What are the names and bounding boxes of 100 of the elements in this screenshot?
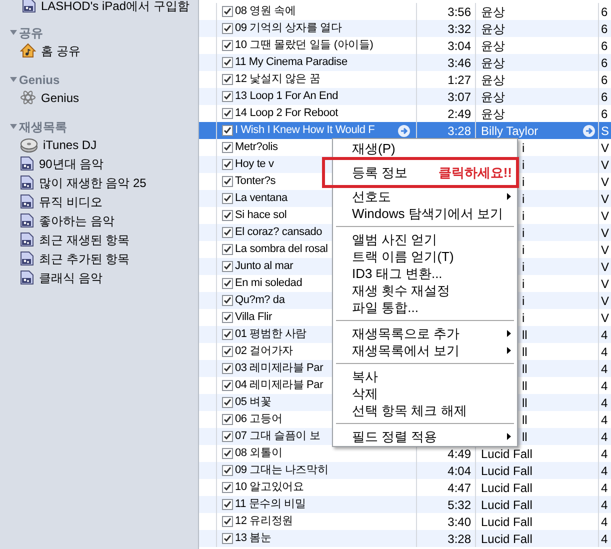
track-album: 6 <box>601 4 608 20</box>
track-name: 02 걸어가자 <box>235 344 293 360</box>
track-name: Hoy te v <box>235 157 274 172</box>
track-album: V <box>601 174 610 190</box>
track-name: 11 문수의 비밀 <box>235 497 306 512</box>
track-time: 4:49 <box>448 446 471 462</box>
track-name: 06 고등어 <box>235 412 282 428</box>
track-name: 12 낯설지 않은 꿈 <box>235 72 320 88</box>
track-artist: 윤상 <box>481 20 505 38</box>
track-time: 3:32 <box>448 20 471 38</box>
track-artist: ll <box>522 344 528 360</box>
track-artist: Lucid Fall <box>481 530 532 548</box>
track-artist: ll <box>522 326 528 344</box>
track-album: V <box>601 208 610 224</box>
track-album: 6 <box>601 54 608 71</box>
track-artist: ll <box>522 428 528 446</box>
track-name: 10 알고있어요 <box>235 480 304 496</box>
track-artist: 윤상 <box>481 4 505 20</box>
track-artist: Lucid Fall <box>481 514 532 530</box>
track-time: 4:04 <box>448 462 471 480</box>
track-artist: i <box>522 292 525 310</box>
track-artist: Billy Taylor <box>481 122 538 140</box>
track-artist: ll <box>522 394 528 412</box>
track-name: 01 평범한 사람 <box>235 327 307 342</box>
track-album: 4 <box>601 344 608 360</box>
track-name: El coraz? cansado <box>235 225 322 240</box>
track-album: V <box>601 292 610 309</box>
track-name: 10 그땐 몰랐던 일들 (아이들) <box>235 38 374 54</box>
track-artist: i <box>522 156 525 174</box>
track-album: 6 <box>601 20 608 37</box>
track-time: 5:32 <box>448 496 471 514</box>
track-album: 4 <box>601 514 608 530</box>
track-artist: i <box>522 174 525 190</box>
track-name: 07 그대 슬픔이 보 <box>235 429 320 444</box>
track-name: 09 그대는 나즈막히 <box>235 463 328 478</box>
track-album: V <box>601 224 610 241</box>
track-name: La ventana <box>235 191 288 206</box>
track-album: 4 <box>601 326 608 343</box>
track-album: 6 <box>601 106 608 122</box>
track-name: 11 My Cinema Paradise <box>235 55 348 70</box>
track-artist: i <box>522 276 525 292</box>
track-album: V <box>601 310 610 326</box>
track-name: Tonter?s <box>235 174 276 190</box>
track-artist: Lucid Fall <box>481 496 532 514</box>
track-name: Junto al mar <box>235 259 294 274</box>
track-album: V <box>601 258 610 275</box>
track-album: 4 <box>601 378 608 394</box>
track-album: 4 <box>601 360 608 377</box>
track-time: 3:04 <box>448 38 471 54</box>
track-artist: 윤상 <box>481 72 505 88</box>
track-name: 03 레미제라블 Par <box>235 361 324 376</box>
track-name: 09 기억의 상자를 열다 <box>235 21 342 36</box>
track-artist: ll <box>522 412 528 428</box>
track-name: 05 벼꽃 <box>235 395 272 410</box>
track-artist: i <box>522 242 525 258</box>
track-album: 4 <box>601 412 608 428</box>
track-artist: 윤상 <box>481 106 505 122</box>
track-name: 13 봄눈 <box>235 531 272 546</box>
track-artist: i <box>522 140 525 156</box>
track-artist: Lucid Fall <box>481 480 532 496</box>
track-artist: 윤상 <box>481 88 505 106</box>
track-album: 4 <box>601 530 608 547</box>
track-album: V <box>601 190 610 207</box>
track-name: 04 레미제라블 Par <box>235 378 324 394</box>
track-artist: i <box>522 310 525 326</box>
track-artist: Lucid Fall <box>481 462 532 480</box>
track-time: 3:28 <box>448 122 471 140</box>
track-name: La sombra del rosal <box>235 242 328 258</box>
track-name: 08 영원 속에 <box>235 4 296 20</box>
track-album: 6 <box>601 72 608 88</box>
track-album: 4 <box>601 480 608 496</box>
track-time: 3:56 <box>448 4 471 20</box>
track-album: V <box>601 242 610 258</box>
track-artist: ll <box>522 360 528 378</box>
track-album: V <box>601 156 610 173</box>
track-album: 4 <box>601 394 608 411</box>
track-name: 08 외톨이 <box>235 446 282 462</box>
annotation-text: 클릭하세요!! <box>438 164 512 182</box>
track-album: 4 <box>601 462 608 479</box>
track-name: Qu?m? da <box>235 293 285 308</box>
track-name: En mi soledad <box>235 276 302 292</box>
track-name: 13 Loop 1 For An End <box>235 89 338 104</box>
track-time: 3:46 <box>448 54 471 72</box>
track-time: 3:28 <box>448 530 471 548</box>
track-time: 4:47 <box>448 480 471 496</box>
track-album: V <box>601 276 610 292</box>
track-name: 12 유리정원 <box>235 514 293 530</box>
track-artist: 윤상 <box>481 38 505 54</box>
track-name: Si hace sol <box>235 208 287 224</box>
track-time: 2:49 <box>448 106 471 122</box>
track-artist: i <box>522 190 525 208</box>
track-artist: i <box>522 258 525 276</box>
track-artist: 윤상 <box>481 54 505 72</box>
track-time: 1:27 <box>448 72 471 88</box>
track-artist: ll <box>522 378 528 394</box>
track-album: 4 <box>601 428 608 445</box>
track-album: 6 <box>601 38 608 54</box>
track-name: Villa Flir <box>235 310 272 326</box>
track-name: I Wish I Knew How It Would F <box>235 123 375 138</box>
track-album: 4 <box>601 446 608 462</box>
